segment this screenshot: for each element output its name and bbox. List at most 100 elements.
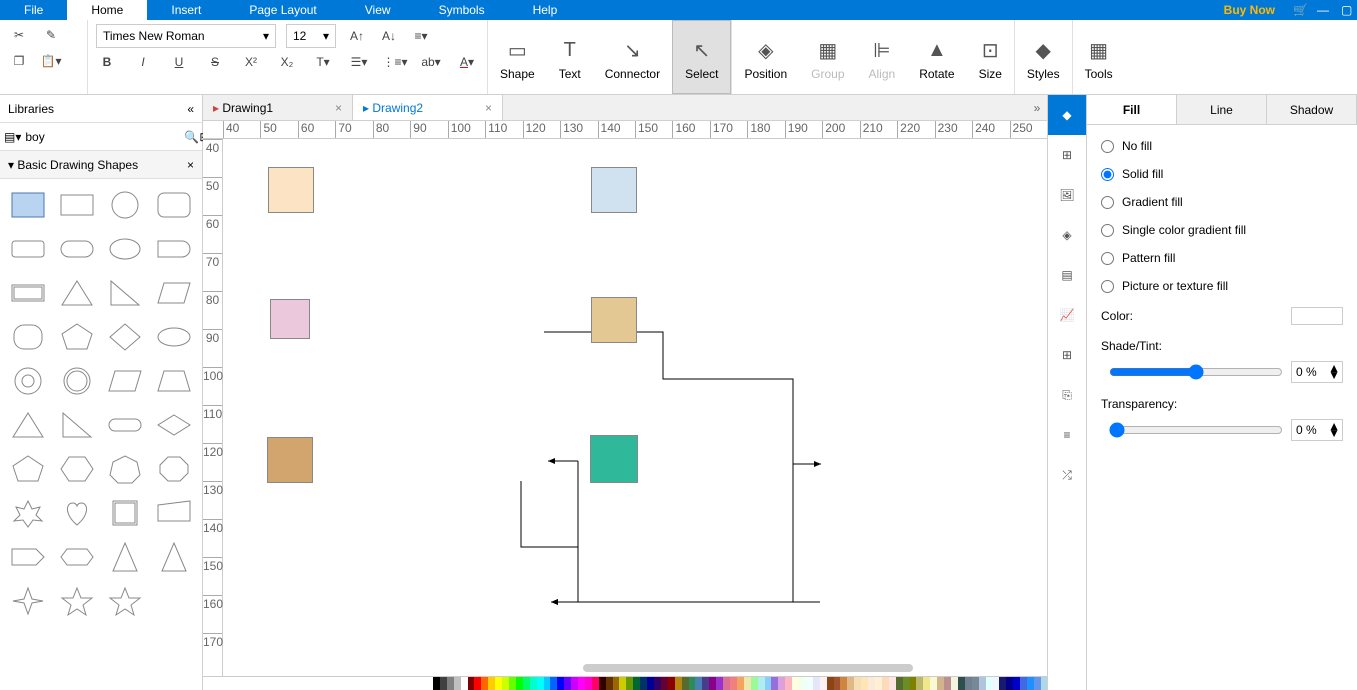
shape-diamond[interactable] (103, 317, 148, 357)
shape-square-double[interactable] (103, 493, 148, 533)
color-swatch[interactable] (461, 677, 468, 690)
color-swatch[interactable] (716, 677, 723, 690)
canvas-shape[interactable] (591, 297, 637, 343)
shape-6star[interactable] (103, 581, 148, 621)
shape-triangle-2[interactable] (6, 405, 51, 445)
menu-symbols[interactable]: Symbols (415, 0, 509, 20)
color-swatch[interactable] (647, 677, 654, 690)
layers-tool-icon[interactable]: ◈ (1048, 215, 1086, 255)
radio-no-fill[interactable]: No fill (1101, 139, 1343, 153)
transparency-slider[interactable] (1109, 422, 1283, 438)
size-button[interactable]: ⊡Size (967, 20, 1014, 94)
cart-icon[interactable]: 🛒 (1285, 3, 1309, 17)
shape-ellipse[interactable] (103, 229, 148, 269)
shape-card[interactable] (6, 229, 51, 269)
color-swatch[interactable] (792, 677, 799, 690)
shape-pentagon[interactable] (55, 317, 100, 357)
transparency-value-input[interactable]: 0 %▲▼ (1291, 419, 1343, 441)
strikethrough-icon[interactable]: S (204, 51, 226, 73)
color-swatch[interactable] (834, 677, 841, 690)
align-icon[interactable]: ≡▾ (410, 25, 432, 47)
collapse-right-icon[interactable]: » (1027, 95, 1047, 121)
shape-parallelogram-2[interactable] (103, 361, 148, 401)
decrease-font-icon[interactable]: A↓ (378, 25, 400, 47)
buy-now-link[interactable]: Buy Now (1214, 3, 1285, 17)
menu-home[interactable]: Home (67, 0, 147, 20)
color-swatch[interactable] (930, 677, 937, 690)
shape-octagon[interactable] (152, 449, 197, 489)
color-swatch[interactable] (965, 677, 972, 690)
subscript-icon[interactable]: X₂ (276, 51, 298, 73)
tools-button[interactable]: ▦Tools (1073, 20, 1125, 94)
font-select[interactable]: Times New Roman▾ (96, 24, 276, 48)
color-swatch[interactable] (923, 677, 930, 690)
search-input[interactable] (21, 126, 184, 148)
shape-pill-2[interactable] (103, 405, 148, 445)
maximize-icon[interactable]: ▢ (1333, 3, 1357, 17)
color-swatch[interactable] (571, 677, 578, 690)
page-tool-icon[interactable]: ▤ (1048, 255, 1086, 295)
close-category-icon[interactable]: × (187, 158, 194, 172)
color-swatch[interactable] (454, 677, 461, 690)
color-swatch[interactable] (827, 677, 834, 690)
shape-heptagon[interactable] (103, 449, 148, 489)
color-swatch[interactable] (661, 677, 668, 690)
paste-icon[interactable]: 📋▾ (40, 50, 62, 72)
canvas-shape[interactable] (590, 435, 638, 483)
superscript-icon[interactable]: X² (240, 51, 262, 73)
shape-chevron[interactable] (6, 537, 51, 577)
color-swatch[interactable] (633, 677, 640, 690)
shape-rect-filled[interactable] (6, 185, 51, 225)
color-swatch[interactable] (951, 677, 958, 690)
color-swatch[interactable] (765, 677, 772, 690)
color-swatch[interactable] (730, 677, 737, 690)
rotate-button[interactable]: ▲Rotate (907, 20, 966, 94)
color-swatch[interactable] (751, 677, 758, 690)
table-tool-icon[interactable]: ⊞ (1048, 335, 1086, 375)
shape-rect-double[interactable] (6, 273, 51, 313)
color-swatch[interactable] (820, 677, 827, 690)
color-swatch[interactable] (937, 677, 944, 690)
color-swatch[interactable] (689, 677, 696, 690)
color-swatch[interactable] (488, 677, 495, 690)
color-swatch[interactable] (958, 677, 965, 690)
export-tool-icon[interactable]: ⎘ (1048, 375, 1086, 415)
color-swatch[interactable] (544, 677, 551, 690)
color-swatch[interactable] (709, 677, 716, 690)
color-swatch[interactable] (889, 677, 896, 690)
increase-font-icon[interactable]: A↑ (346, 25, 368, 47)
color-swatch[interactable] (675, 677, 682, 690)
italic-icon[interactable]: I (132, 51, 154, 73)
color-swatch[interactable] (619, 677, 626, 690)
color-swatch[interactable] (1006, 677, 1013, 690)
settings-tool-icon[interactable]: ≡ (1048, 415, 1086, 455)
shape-diamond-wide[interactable] (152, 405, 197, 445)
tab-drawing1[interactable]: ▸ Drawing1 × (203, 95, 353, 120)
shape-donut[interactable] (6, 361, 51, 401)
color-swatch[interactable] (785, 677, 792, 690)
tab-line[interactable]: Line (1177, 95, 1267, 124)
shade-slider[interactable] (1109, 364, 1283, 380)
color-swatch[interactable] (585, 677, 592, 690)
shape-rounded-square[interactable] (6, 317, 51, 357)
horizontal-scrollbar[interactable] (383, 664, 1047, 676)
color-swatch[interactable] (916, 677, 923, 690)
position-button[interactable]: ◈Position (732, 20, 799, 94)
color-swatch[interactable] (702, 677, 709, 690)
menu-help[interactable]: Help (509, 0, 582, 20)
radio-single-gradient[interactable]: Single color gradient fill (1101, 223, 1343, 237)
color-swatch[interactable] (758, 677, 765, 690)
select-button[interactable]: ↖Select (672, 20, 731, 94)
canvas-shape[interactable] (270, 299, 310, 339)
chevron-down-icon[interactable]: ▾ (8, 158, 14, 172)
close-tab-icon[interactable]: × (485, 101, 492, 115)
color-swatch[interactable] (847, 677, 854, 690)
shade-value-input[interactable]: 0 %▲▼ (1291, 361, 1343, 383)
color-swatch[interactable] (813, 677, 820, 690)
shuffle-tool-icon[interactable]: ⤮ (1048, 455, 1086, 495)
color-swatch[interactable] (481, 677, 488, 690)
font-color-icon[interactable]: A▾ (456, 51, 478, 73)
color-swatch[interactable] (640, 677, 647, 690)
text-button[interactable]: TText (547, 20, 593, 94)
color-swatch[interactable] (744, 677, 751, 690)
